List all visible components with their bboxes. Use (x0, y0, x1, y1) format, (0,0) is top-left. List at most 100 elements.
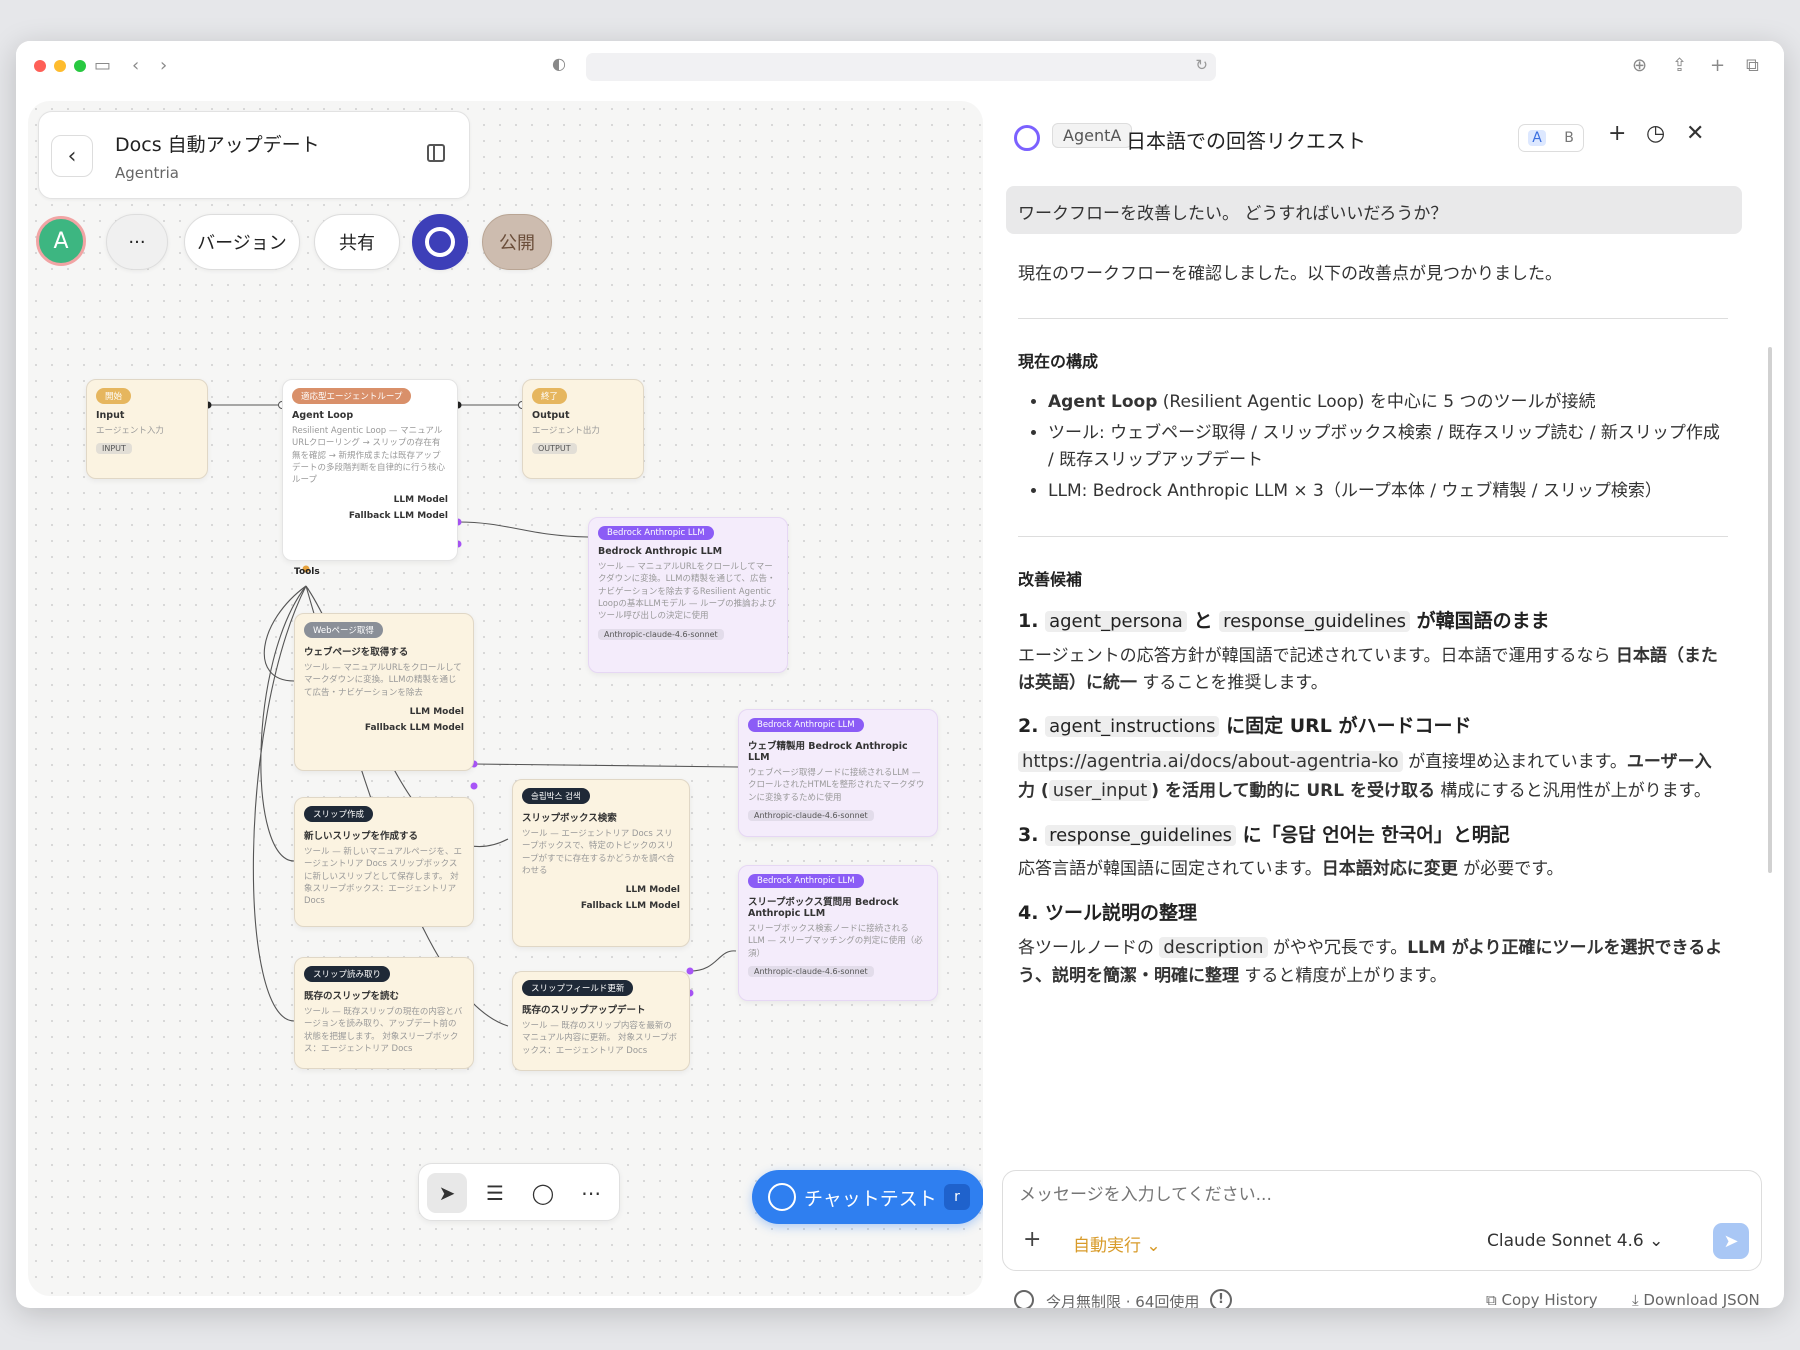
usage-text: 今月無制限 · 64回使用 (1046, 1293, 1200, 1308)
chevron-down-icon: ⌄ (1146, 1236, 1161, 1256)
copy-history-button[interactable]: ⧉ Copy History (1486, 1291, 1598, 1308)
chat-test-button[interactable]: チャットテスト r (752, 1170, 983, 1224)
comment-tool-button[interactable]: ◯ (523, 1173, 563, 1213)
llm-model-port[interactable]: LLM Model (522, 885, 680, 895)
more-tools-button[interactable]: ⋯ (571, 1173, 611, 1213)
node-title: Output (532, 410, 570, 421)
node-llm-web[interactable]: Bedrock Anthropic LLM ウェブ精製用 Bedrock Ant… (738, 709, 938, 837)
node-title: Agent Loop (292, 410, 354, 421)
send-button[interactable]: ➤ (1713, 1223, 1749, 1259)
node-tag: 適応型エージェントループ (292, 388, 412, 404)
close-icon[interactable]: ✕ (1686, 121, 1704, 146)
inline-code: response_guidelines (1045, 824, 1237, 846)
tabs-overview-icon[interactable]: ⧉ (1746, 54, 1759, 78)
node-web-fetch[interactable]: Webページ取得 ウェブページを取得する ツール — マニュアルURLをクロール… (294, 613, 474, 771)
node-title: Bedrock Anthropic LLM (598, 546, 723, 557)
info-icon[interactable]: ! (1210, 1289, 1232, 1308)
panel-toggle-icon[interactable] (427, 144, 445, 162)
node-tag: スリップ作成 (304, 806, 374, 822)
body-text: することを推奨します。 (1137, 673, 1328, 694)
node-llm-main[interactable]: Bedrock Anthropic LLM Bedrock Anthropic … (588, 517, 788, 673)
node-slip-create[interactable]: スリップ作成 新しいスリップを作成する ツール — 新しいマニュアルページを、エ… (294, 797, 474, 927)
new-tab-icon[interactable]: + (1710, 54, 1725, 78)
attach-icon[interactable]: + (1023, 1227, 1041, 1252)
item-heading: 1. agent_persona と response_guidelines が… (1018, 606, 1728, 637)
new-chat-icon[interactable]: + (1608, 121, 1626, 146)
node-desc: Resilient Agentic Loop — マニュアルURLクローリング … (292, 426, 446, 486)
item-body: 応答言語が韓国語に固定されています。日本語対応に変更 が必要です。 (1018, 856, 1728, 883)
edge-agent-llm1 (457, 521, 589, 538)
section-heading: 現在の構成 (1018, 352, 1099, 372)
item-heading: 4. ツール説明の整理 (1018, 901, 1198, 924)
reload-icon[interactable]: ↻ (1195, 56, 1208, 74)
node-slip-search[interactable]: 슬립박스 검색 スリップボックス検索 ツール — エージェントリア Docs ス… (512, 779, 690, 947)
node-agent-loop[interactable]: 適応型エージェントループ Agent Loop Resilient Agenti… (282, 379, 458, 561)
sidebar-toggle-icon[interactable]: ▭ (94, 54, 111, 78)
share-button[interactable]: 共有 (314, 214, 400, 270)
tools-port[interactable]: Tools (294, 567, 320, 577)
node-title: Input (96, 410, 125, 421)
note-tool-button[interactable]: ☰ (475, 1173, 515, 1213)
bullet-text: (Resilient Agentic Loop) を中心に 5 つのツールが接続 (1157, 391, 1596, 412)
fallback-llm-port[interactable]: Fallback LLM Model (522, 901, 680, 911)
scrollbar[interactable] (1768, 347, 1772, 873)
doc-title-card: ‹ Docs 自動アップデート Agentria (38, 111, 470, 199)
message-input[interactable] (1019, 1185, 1719, 1205)
fallback-llm-port[interactable]: Fallback LLM Model (304, 723, 464, 733)
agent-logo-icon (1014, 125, 1040, 151)
doc-subtitle: Agentria (115, 164, 179, 182)
agent-chip[interactable]: AgentA (1052, 123, 1133, 148)
ab-option-a[interactable]: A (1528, 130, 1546, 146)
chat-panel: AgentA 日本語での回答リクエスト A B + ◷ ✕ ワークフローを改善し… (1002, 101, 1784, 1308)
body-bold: 日本語対応に変更 (1321, 859, 1458, 880)
back-button[interactable]: ‹ (51, 135, 93, 177)
node-title: ウェブ精製用 Bedrock Anthropic LLM (748, 741, 908, 763)
fallback-llm-port[interactable]: Fallback LLM Model (292, 511, 448, 521)
more-button[interactable]: ··· (106, 214, 168, 270)
url-bar[interactable]: ↻ (586, 53, 1216, 81)
download-icon[interactable]: ⊕ (1632, 54, 1647, 78)
back-icon[interactable]: ‹ (132, 54, 139, 78)
section-heading: 改善候補 (1018, 569, 1083, 589)
node-input[interactable]: 開始 Input エージェント入力 INPUT (86, 379, 208, 479)
body-text: 各ツールノードの (1018, 938, 1160, 959)
minimize-window-button[interactable] (54, 60, 66, 72)
workflow-canvas[interactable]: ‹ Docs 自動アップデート Agentria A ··· バージョン 共有 … (28, 101, 983, 1296)
pointer-tool-button[interactable]: ➤ (427, 1173, 467, 1213)
download-json-button[interactable]: ⤓ Download JSON (1632, 1291, 1760, 1308)
chat-icon (768, 1183, 796, 1211)
close-window-button[interactable] (34, 60, 46, 72)
chat-title: 日本語での回答リクエスト (1126, 129, 1366, 153)
maximize-window-button[interactable] (74, 60, 86, 72)
node-llm-slip[interactable]: Bedrock Anthropic LLM スリープボックス質問用 Bedroc… (738, 865, 938, 1001)
auto-run-dropdown[interactable]: 自動実行 ⌄ (1073, 1231, 1161, 1256)
history-icon[interactable]: ◷ (1646, 121, 1665, 146)
llm-model-port[interactable]: LLM Model (292, 495, 448, 505)
item-body: https://agentria.ai/docs/about-agentria-… (1018, 748, 1728, 806)
intro-text: 現在のワークフローを確認しました。以下の改善点が見つかりました。 (1018, 264, 1562, 284)
model-selector[interactable]: Claude Sonnet 4.6 ⌄ (1487, 1231, 1663, 1251)
agent-settings-button[interactable] (412, 214, 468, 270)
body-bold: ) を活用して動的に URL を受け取る (1151, 780, 1436, 801)
node-slip-read[interactable]: スリップ読み取り 既存のスリップを読む ツール — 既存スリップの現在の内容とバ… (294, 957, 474, 1069)
node-badge: Anthropic-claude-4.6-sonnet (748, 965, 874, 977)
forward-icon[interactable]: › (160, 54, 167, 78)
node-output[interactable]: 終了 Output エージェント出力 OUTPUT (522, 379, 644, 479)
share-icon[interactable]: ⇪ (1672, 54, 1687, 78)
message-composer: + 自動実行 ⌄ Claude Sonnet 4.6 ⌄ ➤ (1002, 1170, 1762, 1271)
comment-icon: ◯ (531, 1181, 555, 1205)
chevron-left-icon: ‹ (67, 143, 77, 169)
model-label: Claude Sonnet 4.6 (1487, 1231, 1644, 1251)
node-desc: エージェント入力 (96, 426, 164, 436)
ab-option-b[interactable]: B (1564, 130, 1574, 146)
chevron-down-icon: ⌄ (1649, 1231, 1664, 1251)
ab-toggle[interactable]: A B (1518, 124, 1584, 152)
shield-icon[interactable]: ◐ (552, 54, 566, 73)
item-number: 1. (1018, 610, 1039, 633)
llm-model-port[interactable]: LLM Model (304, 707, 464, 717)
version-button[interactable]: バージョン (184, 214, 300, 270)
copy-history-label: Copy History (1501, 1291, 1598, 1308)
publish-button[interactable]: 公開 (482, 214, 552, 270)
node-slip-update[interactable]: スリップフィールド更新 既存のスリップアップデート ツール — 既存のスリップ内… (512, 971, 690, 1071)
avatar[interactable]: A (36, 216, 86, 266)
